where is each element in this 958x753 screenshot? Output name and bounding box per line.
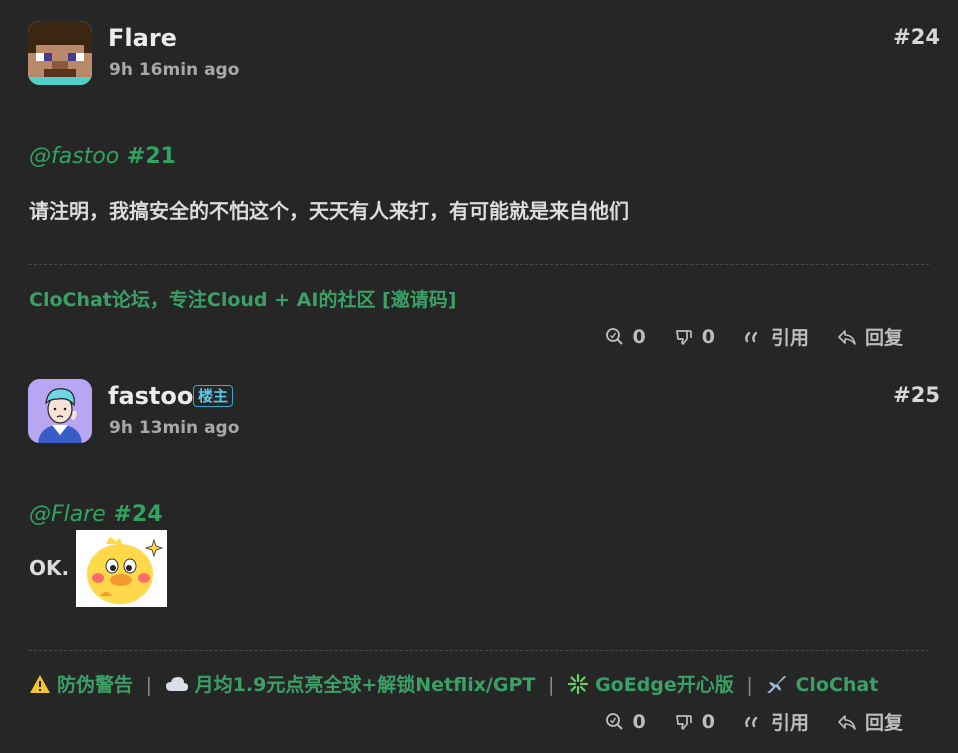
like-button[interactable]: 0 [605, 711, 646, 733]
avatar-fastoo[interactable] [28, 379, 92, 443]
like-button[interactable]: 0 [605, 326, 646, 348]
dislike-count: 0 [701, 325, 715, 348]
signature-separator: | [746, 674, 753, 696]
divider [29, 264, 929, 265]
signature-item-goedge[interactable]: GoEdge开心版 [560, 673, 740, 696]
duck-sticker-image [76, 530, 167, 607]
mention[interactable]: @Flare #24 [29, 502, 163, 527]
thumbs-down-icon [675, 714, 692, 730]
post-time: 9h 16min ago [109, 60, 240, 80]
mention-floor[interactable]: #24 [114, 502, 163, 527]
post-time: 9h 13min ago [109, 418, 240, 438]
post-content: 请注明，我搞安全的不怕这个，天天有人来打，有可能就是来自他们 [29, 199, 629, 223]
post-content: OK. [29, 556, 70, 580]
signature-item-cloud[interactable]: 月均1.9元点亮全球+解锁Netflix/GPT [158, 674, 542, 696]
dislike-button[interactable]: 0 [674, 326, 715, 348]
thumbs-down-icon [675, 329, 692, 345]
author-name[interactable]: fastoo [108, 382, 193, 410]
reply-label: 回复 [864, 712, 903, 734]
cartoon-person-avatar-icon [28, 379, 92, 443]
like-count: 0 [632, 325, 646, 348]
like-count: 0 [632, 710, 646, 733]
reply-icon [838, 714, 856, 730]
like-icon [605, 327, 623, 345]
op-badge: 楼主 [193, 385, 234, 407]
floor-number[interactable]: #24 [893, 25, 940, 49]
cloud-icon [165, 677, 188, 691]
avatar-flare[interactable] [28, 21, 92, 85]
signature-link[interactable]: CloChat论坛，专注Cloud + AI的社区 [邀请码] [29, 285, 456, 312]
quote-icon [745, 331, 758, 342]
signature-links: 防伪警告 | 月均1.9元点亮全球+解锁Netflix/GPT | GoEdge… [29, 670, 878, 697]
dislike-button[interactable]: 0 [674, 711, 715, 733]
plane-icon [767, 676, 787, 693]
reply-label: 回复 [864, 327, 903, 349]
quote-label: 引用 [770, 712, 809, 734]
minecraft-steve-avatar-icon [28, 21, 92, 85]
author-name[interactable]: Flare [108, 24, 177, 52]
mention-user[interactable]: @fastoo [29, 144, 119, 169]
sparkle-icon [567, 673, 589, 695]
quote-button[interactable]: 引用 [743, 323, 809, 350]
quote-button[interactable]: 引用 [743, 708, 809, 735]
mention-floor[interactable]: #21 [127, 144, 176, 169]
quote-icon [745, 716, 758, 727]
signature-item-clochat[interactable]: CloChat [759, 674, 878, 696]
mention-user[interactable]: @Flare [29, 502, 106, 527]
floor-number[interactable]: #25 [893, 383, 940, 407]
quote-label: 引用 [770, 327, 809, 349]
reply-button[interactable]: 回复 [837, 323, 903, 350]
warning-icon [30, 675, 50, 693]
dislike-count: 0 [701, 710, 715, 733]
post-actions: 0 0 引用 回复 [577, 323, 903, 350]
signature-separator: | [145, 674, 153, 696]
reply-icon [838, 329, 856, 345]
like-icon [605, 712, 623, 730]
signature-item-warning[interactable]: 防伪警告 [29, 674, 140, 696]
mention[interactable]: @fastoo #21 [29, 144, 176, 169]
post-actions: 0 0 引用 回复 [577, 708, 903, 735]
duck-sticker-icon [76, 530, 167, 607]
signature-separator: | [548, 674, 555, 696]
reply-button[interactable]: 回复 [837, 708, 903, 735]
divider [29, 650, 929, 651]
